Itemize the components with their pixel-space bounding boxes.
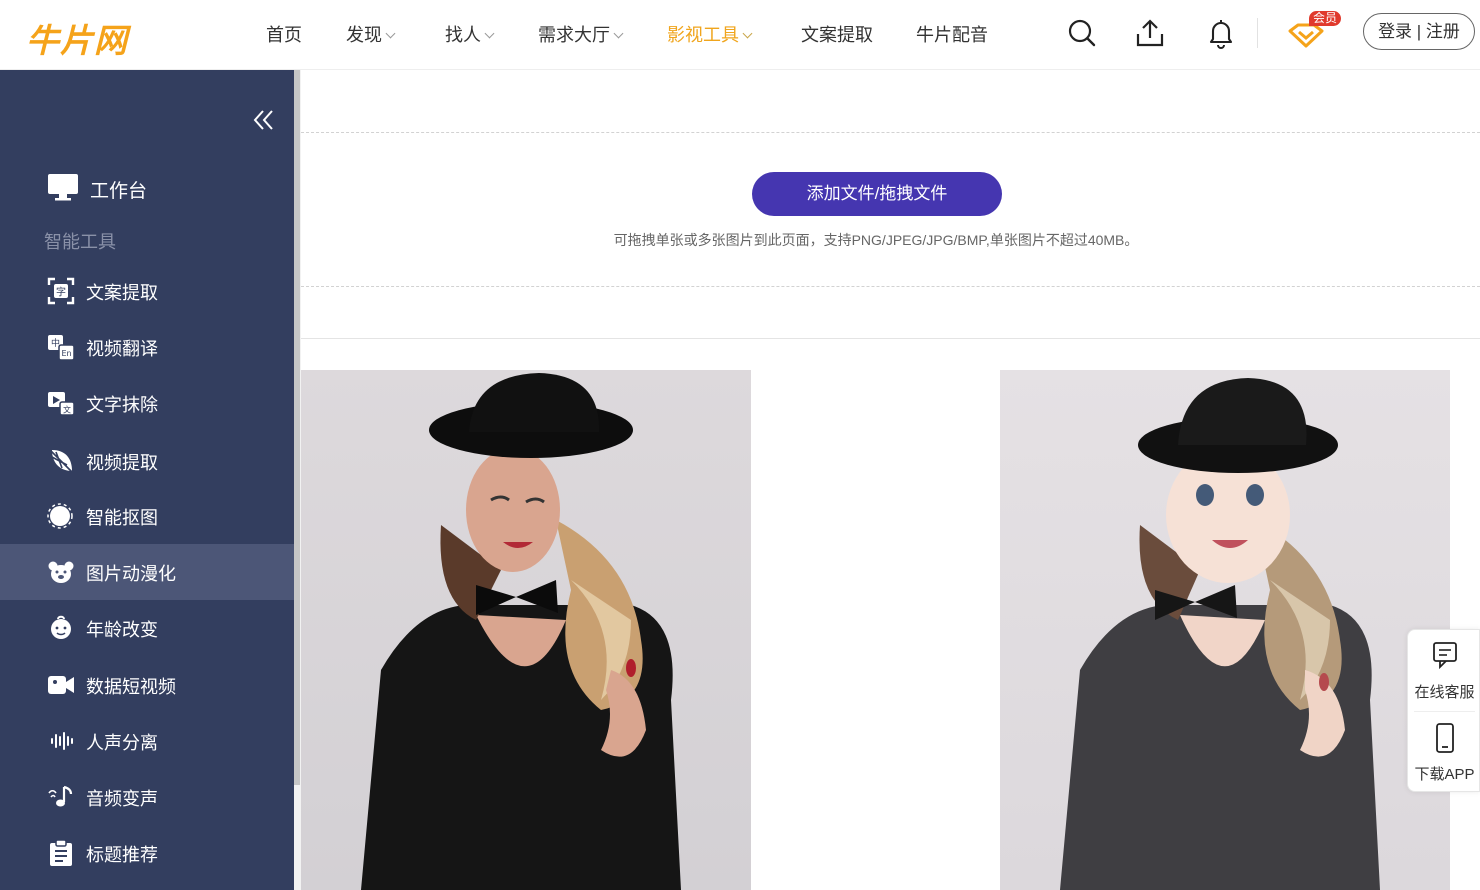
login-register-button[interactable]: 登录 | 注册 — [1363, 13, 1475, 50]
nav-demand-hall-label: 需求大厅 — [538, 25, 610, 45]
bear-icon — [47, 558, 75, 586]
cutout-icon — [47, 502, 75, 530]
waveform-icon — [47, 727, 75, 755]
sidebar-item-photo-anime[interactable]: 图片动漫化 — [0, 544, 294, 600]
sidebar-item-label: 视频提取 — [86, 453, 158, 473]
nav-film-tools-label: 影视工具 — [667, 25, 739, 45]
chevron-down-icon — [484, 28, 495, 39]
site-logo[interactable]: 牛片网 — [26, 14, 128, 62]
nav-dubbing-label: 牛片配音 — [916, 25, 988, 45]
sidebar-item-label: 文字抹除 — [86, 395, 158, 415]
download-app-label: 下载APP — [1414, 766, 1475, 783]
header-divider — [1257, 18, 1258, 48]
nav-discover-label: 发现 — [346, 25, 382, 45]
leaf-icon — [47, 447, 75, 475]
sidebar-scrollbar[interactable] — [294, 70, 301, 890]
upload-icon[interactable] — [1135, 17, 1165, 49]
nav-copy-extract-label: 文案提取 — [801, 25, 873, 45]
sidebar-item-label: 音频变声 — [86, 789, 158, 809]
float-service-panel: 在线客服 下载APP — [1407, 629, 1480, 792]
translate-icon: 中 En — [47, 333, 75, 361]
bell-icon[interactable] — [1206, 17, 1236, 49]
sidebar-item-copy-extract[interactable]: 字 文案提取 — [0, 263, 294, 319]
sidebar-item-label: 文案提取 — [86, 283, 158, 303]
sidebar-item-label: 标题推荐 — [86, 845, 158, 865]
video-camera-icon — [47, 671, 75, 699]
sidebar-item-label: 视频翻译 — [86, 339, 158, 359]
sidebar-item-vocal-separate[interactable]: 人声分离 — [0, 713, 294, 769]
nav-film-tools[interactable]: 影视工具 — [667, 21, 753, 47]
svg-text:En: En — [61, 349, 71, 358]
svg-text:字: 字 — [56, 286, 66, 299]
nav-copy-extract[interactable]: 文案提取 — [801, 21, 873, 47]
nav-find-people-label: 找人 — [445, 25, 481, 45]
phone-icon — [1430, 722, 1460, 754]
sidebar-item-voice-change[interactable]: 音频变声 — [0, 769, 294, 825]
online-service-label: 在线客服 — [1414, 684, 1475, 701]
sidebar-item-label: 数据短视频 — [86, 677, 176, 697]
content-divider — [301, 338, 1480, 339]
monitor-icon — [47, 172, 79, 202]
section-title: 智能工具 — [44, 232, 116, 252]
svg-text:中: 中 — [51, 337, 60, 349]
chevron-down-icon — [613, 28, 624, 39]
nav-home-label: 首页 — [266, 25, 302, 45]
nav-discover[interactable]: 发现 — [346, 21, 396, 47]
scrollbar-thumb[interactable] — [294, 70, 300, 785]
sidebar-item-label: 工作台 — [90, 181, 148, 202]
chevron-down-icon — [742, 28, 753, 39]
sidebar-item-workbench[interactable]: 工作台 — [0, 160, 294, 212]
sidebar-item-data-video[interactable]: 数据短视频 — [0, 657, 294, 713]
add-file-button[interactable]: 添加文件/拖拽文件 — [752, 172, 1002, 216]
music-note-icon — [47, 783, 75, 811]
nav-dubbing[interactable]: 牛片配音 — [916, 21, 988, 47]
sidebar-item-video-translate[interactable]: 中 En 视频翻译 — [0, 319, 294, 375]
original-photo — [301, 370, 751, 890]
sidebar-item-label: 人声分离 — [86, 733, 158, 753]
chevrons-left-icon[interactable] — [250, 105, 278, 135]
sidebar-item-erase-text[interactable]: 文 文字抹除 — [0, 375, 294, 431]
erase-text-icon: 文 — [47, 389, 75, 417]
search-icon[interactable] — [1067, 17, 1097, 49]
chat-icon — [1430, 640, 1460, 672]
sidebar-item-smart-cutout[interactable]: 智能抠图 — [0, 488, 294, 544]
svg-text:文: 文 — [63, 405, 71, 415]
sidebar-item-label: 年龄改变 — [86, 620, 158, 640]
sidebar-item-label: 智能抠图 — [86, 508, 158, 528]
chevron-down-icon — [385, 28, 396, 39]
online-service-button[interactable]: 在线客服 — [1408, 630, 1480, 710]
top-header: 牛片网 首页 发现 找人 需求大厅 影视工具 文案提取 牛片配音 会员 登录 |… — [0, 0, 1480, 70]
vip-badge: 会员 — [1309, 11, 1342, 26]
download-app-button[interactable]: 下载APP — [1408, 712, 1480, 792]
scan-text-icon: 字 — [47, 277, 75, 305]
sidebar-item-label: 图片动漫化 — [86, 564, 176, 584]
baby-icon — [47, 614, 75, 642]
sidebar-item-video-extract[interactable]: 视频提取 — [0, 433, 294, 489]
clipboard-icon — [47, 839, 75, 867]
nav-find-people[interactable]: 找人 — [445, 21, 495, 47]
nav-home[interactable]: 首页 — [266, 21, 302, 47]
anime-photo — [1000, 370, 1450, 890]
sidebar-item-title-recommend[interactable]: 标题推荐 — [0, 825, 294, 881]
sidebar-item-age-change[interactable]: 年龄改变 — [0, 600, 294, 656]
upload-hint: 可拖拽单张或多张图片到此页面，支持PNG/JPEG/JPG/BMP,单张图片不超… — [613, 232, 1139, 248]
nav-demand-hall[interactable]: 需求大厅 — [538, 21, 624, 47]
